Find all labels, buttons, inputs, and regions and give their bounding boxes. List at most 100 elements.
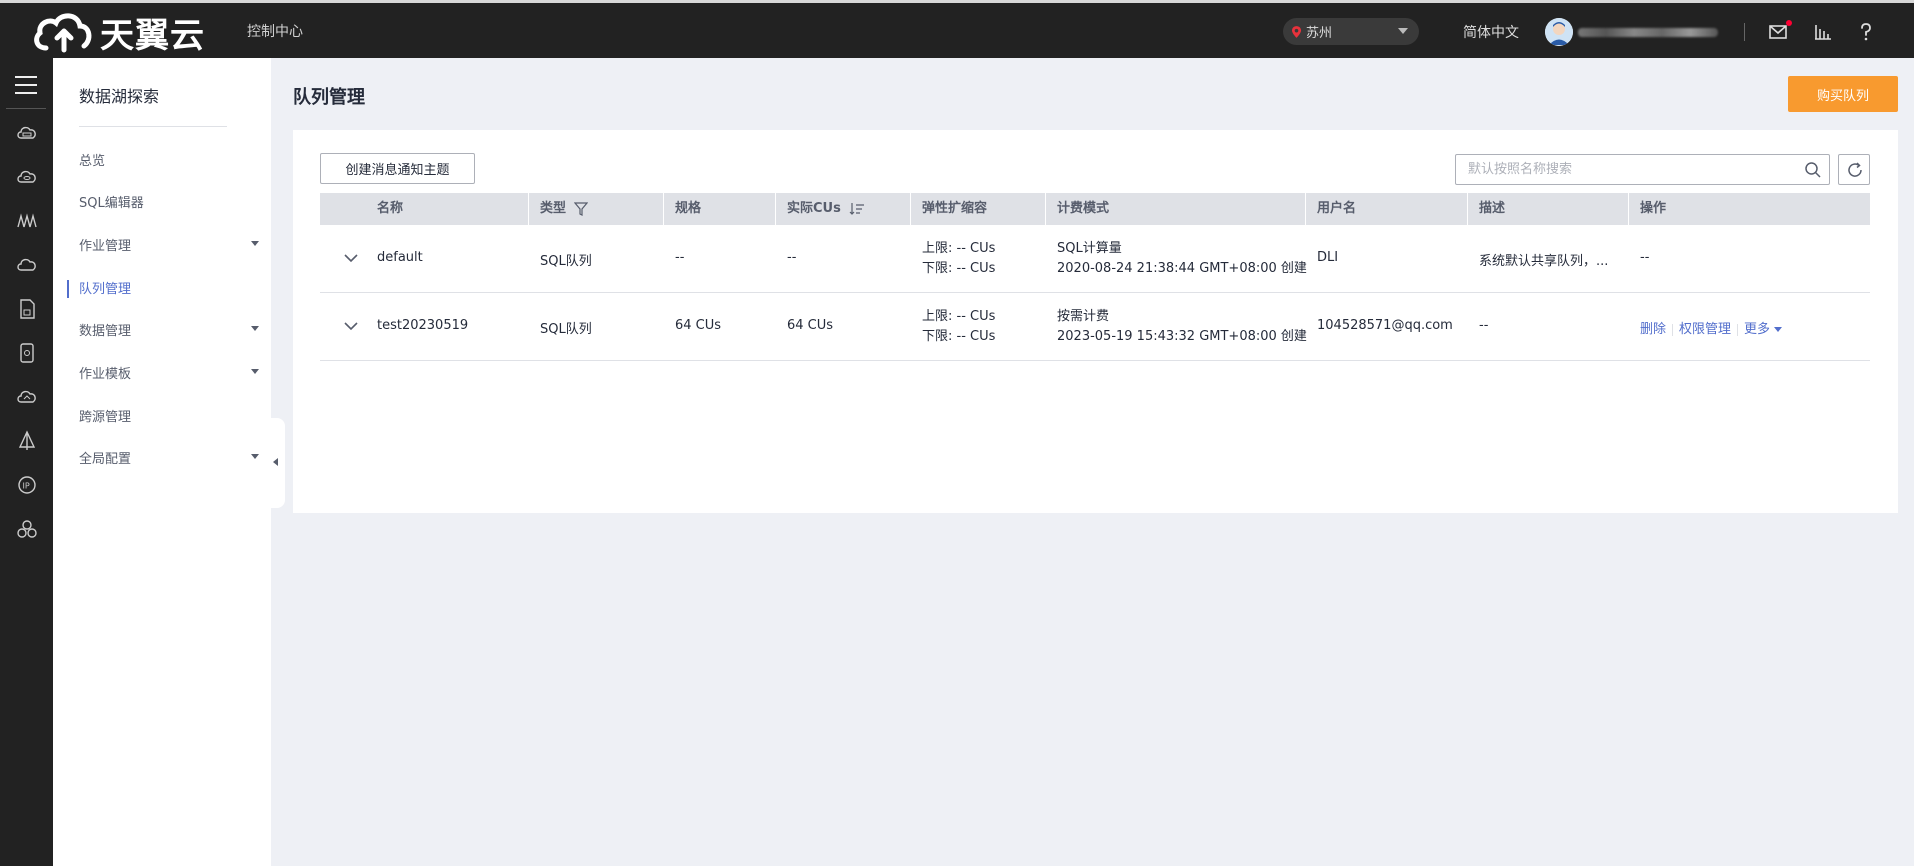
- console-link[interactable]: 控制中心: [247, 21, 303, 41]
- queue-username: DLI: [1317, 250, 1339, 265]
- sail-icon[interactable]: [16, 430, 38, 452]
- column-header-type: 类型: [528, 193, 589, 225]
- menu-icon[interactable]: [14, 75, 38, 95]
- queue-username: 104528571@qq.com: [1317, 318, 1453, 333]
- billing-mode: SQL计算量: [1057, 241, 1122, 256]
- create-notification-topic-button[interactable]: 创建消息通知主题: [320, 153, 475, 184]
- active-indicator: [67, 280, 69, 298]
- language-switch[interactable]: 简体中文: [1463, 22, 1519, 42]
- chevron-down-icon: [1398, 28, 1408, 34]
- sidebar-item-label: 全局配置: [79, 452, 132, 467]
- username-redacted[interactable]: [1578, 28, 1718, 37]
- service-sidebar: 数据湖探索 总览 SQL编辑器 作业管理 队列管理 数据管理 作业模板 跨源管理…: [53, 58, 271, 866]
- sidebar-item-datasource-management[interactable]: 跨源管理: [79, 406, 259, 426]
- notification-dot: [1786, 20, 1792, 26]
- chevron-down-icon: [251, 326, 259, 331]
- cloud-logo-icon: [34, 13, 92, 53]
- refresh-button[interactable]: [1838, 154, 1870, 185]
- chevron-down-icon[interactable]: [342, 251, 360, 265]
- sidebar-item-label: 作业模板: [79, 367, 132, 382]
- billing-mode: 按需计费: [1057, 309, 1110, 324]
- scale-lower: 下限: -- CUs: [922, 329, 996, 344]
- column-header-operations: 操作: [1640, 201, 1667, 216]
- queue-elastic-scaling: 上限: -- CUs 下限: -- CUs: [910, 239, 995, 279]
- queue-actual-cus: 64 CUs: [787, 318, 834, 333]
- help-icon[interactable]: [1855, 21, 1877, 43]
- queue-name: default: [377, 250, 423, 265]
- queue-name: test20230519: [377, 318, 469, 333]
- cloud-sync-icon[interactable]: [16, 386, 38, 408]
- sidebar-item-job-management[interactable]: 作业管理: [79, 235, 259, 255]
- device-icon[interactable]: [16, 342, 38, 364]
- billing-created-time: 2023-05-19 15:43:32 GMT+08:00 创建: [1057, 329, 1307, 344]
- queue-spec: --: [675, 250, 685, 265]
- queue-description: --: [1479, 318, 1489, 333]
- avatar[interactable]: [1545, 18, 1573, 46]
- sidebar-title: 数据湖探索: [79, 87, 160, 106]
- column-header-billing-mode: 计费模式: [1057, 201, 1110, 216]
- scale-lower: 下限: -- CUs: [922, 261, 996, 276]
- sidebar-item-sql-editor[interactable]: SQL编辑器: [79, 192, 259, 212]
- column-header-description: 描述: [1479, 201, 1506, 216]
- ip-icon[interactable]: IP: [16, 474, 38, 496]
- sidebar-collapse-toggle[interactable]: [268, 418, 285, 508]
- sidebar-item-label: 总览: [79, 154, 106, 169]
- permission-management-link[interactable]: 权限管理: [1679, 322, 1731, 337]
- queue-actual-cus: --: [787, 250, 797, 265]
- location-pin-icon: [1292, 25, 1301, 38]
- chevron-down-icon[interactable]: [342, 319, 360, 333]
- sidebar-divider: [79, 126, 227, 127]
- cloud-server-icon[interactable]: [16, 122, 38, 144]
- sidebar-item-global-config[interactable]: 全局配置: [79, 448, 259, 468]
- cloud-db-icon[interactable]: [16, 166, 38, 188]
- chevron-down-icon: [1774, 327, 1783, 332]
- sidebar-item-label: 队列管理: [79, 282, 132, 297]
- icon-rail: IP: [0, 58, 53, 866]
- header-divider: [1744, 23, 1745, 41]
- queue-elastic-scaling: 上限: -- CUs 下限: -- CUs: [910, 307, 995, 347]
- queue-type: SQL队列: [540, 322, 592, 337]
- column-header-username: 用户名: [1317, 201, 1357, 216]
- chart-icon[interactable]: [1812, 21, 1834, 43]
- rail-divider: [6, 108, 46, 109]
- sidebar-item-label: 数据管理: [79, 324, 132, 339]
- sidebar-item-data-management[interactable]: 数据管理: [79, 320, 259, 340]
- buy-queue-button[interactable]: 购买队列: [1788, 76, 1898, 112]
- cloud-storage-icon[interactable]: [16, 254, 38, 276]
- refresh-icon: [1848, 162, 1862, 177]
- more-dropdown[interactable]: 更多: [1744, 322, 1783, 337]
- container-icon[interactable]: [16, 210, 38, 232]
- queue-list-card: 创建消息通知主题 名称 类型 规格 实际CUs 弹性扩缩容 计费模式 用户名 描…: [293, 130, 1898, 513]
- queue-description: 系统默认共享队列，...: [1479, 254, 1609, 269]
- queue-operations: 删除 权限管理 更多: [1628, 318, 1783, 337]
- queue-type: SQL队列: [540, 254, 592, 269]
- table-row: test20230519 SQL队列 64 CUs 64 CUs 上限: -- …: [320, 293, 1870, 361]
- search-icon[interactable]: [1804, 161, 1822, 179]
- document-icon[interactable]: [16, 298, 38, 320]
- queue-spec: 64 CUs: [675, 318, 722, 333]
- region-selector[interactable]: 苏州: [1283, 18, 1419, 45]
- user-avatar-icon: [1545, 18, 1573, 46]
- chevron-left-icon: [273, 458, 278, 466]
- table-row: default SQL队列 -- -- 上限: -- CUs 下限: -- CU…: [320, 225, 1870, 293]
- sidebar-item-queue-management[interactable]: 队列管理: [79, 278, 259, 298]
- brand-logo[interactable]: 天翼云: [32, 9, 205, 56]
- region-label: 苏州: [1306, 26, 1333, 41]
- delete-link[interactable]: 删除: [1640, 322, 1666, 337]
- sort-icon[interactable]: [849, 202, 865, 216]
- cluster-icon[interactable]: [16, 518, 38, 540]
- filter-icon[interactable]: [574, 201, 589, 216]
- top-bar: 天翼云 控制中心 苏州 简体中文: [0, 0, 1914, 58]
- sidebar-item-label: SQL编辑器: [79, 196, 144, 211]
- chevron-down-icon: [251, 369, 259, 374]
- sidebar-item-job-templates[interactable]: 作业模板: [79, 363, 259, 383]
- scale-upper: 上限: -- CUs: [922, 309, 996, 324]
- sidebar-item-overview[interactable]: 总览: [79, 150, 259, 170]
- queue-billing: 按需计费 2023-05-19 15:43:32 GMT+08:00 创建: [1045, 307, 1307, 347]
- op-divider: [1737, 323, 1739, 336]
- page-title: 队列管理: [293, 87, 365, 108]
- search-input[interactable]: [1456, 155, 1796, 184]
- column-header-spec: 规格: [675, 201, 702, 216]
- column-header-actual-cus: 实际CUs: [775, 193, 865, 225]
- chevron-down-icon: [251, 241, 259, 246]
